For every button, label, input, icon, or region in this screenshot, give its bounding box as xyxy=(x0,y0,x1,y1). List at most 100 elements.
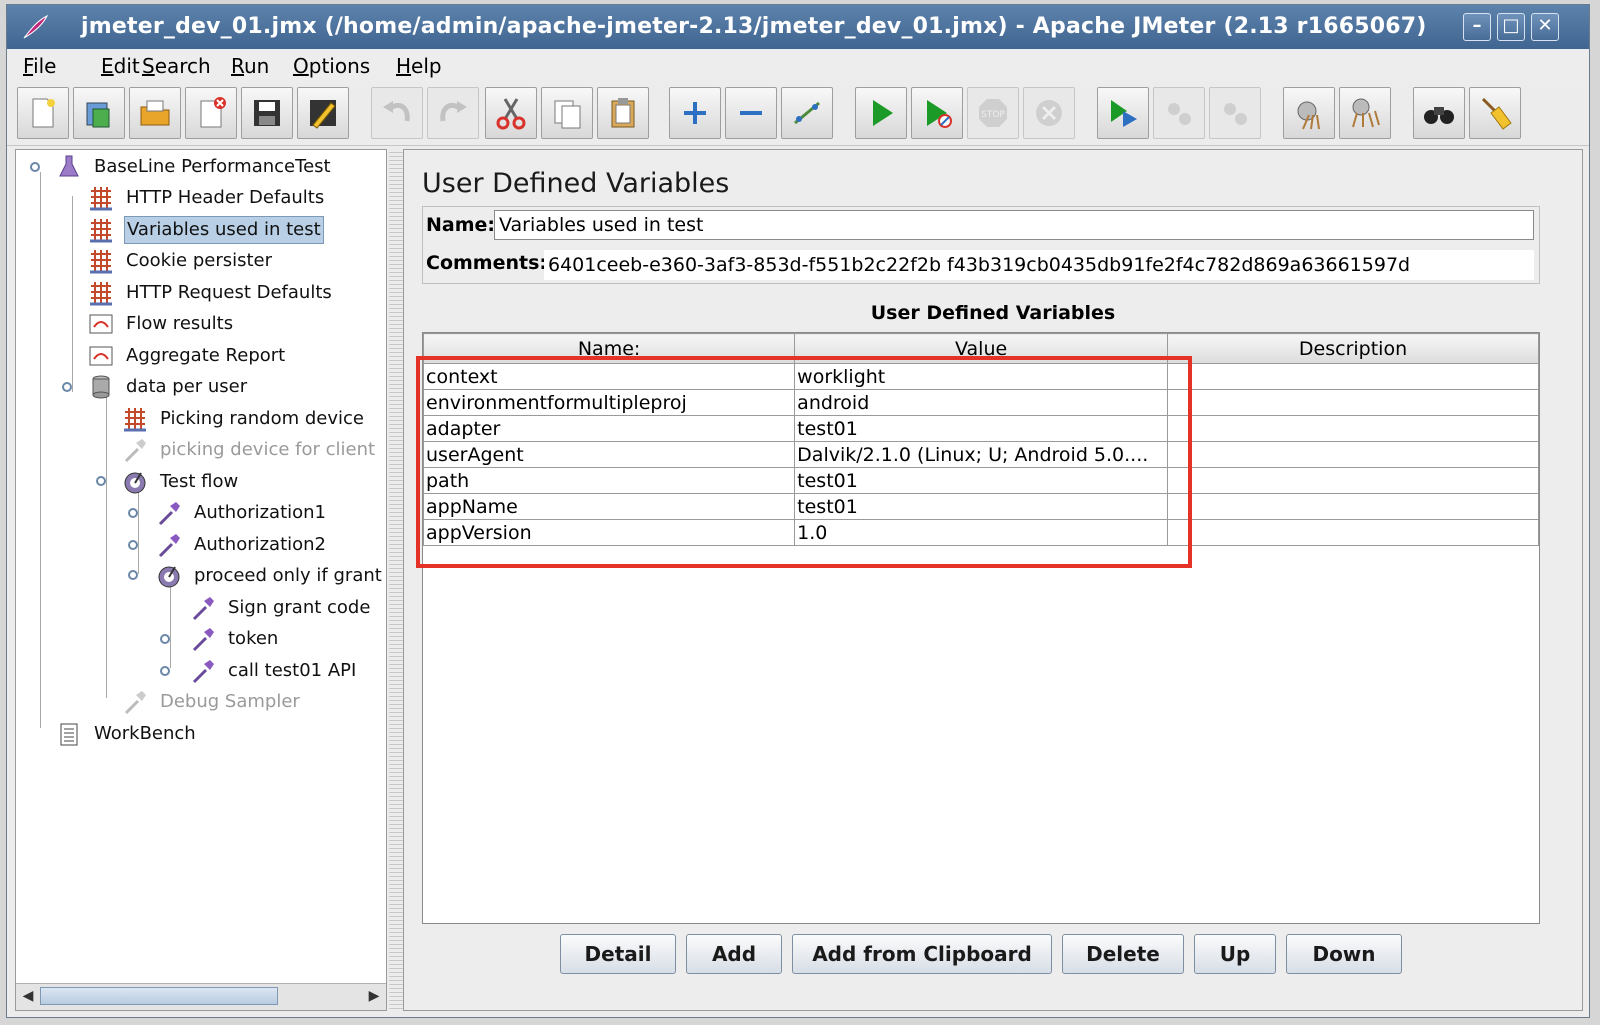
expand-handle-thread-group[interactable] xyxy=(62,382,72,392)
test-plan-tree[interactable]: BaseLine PerformanceTest HTTP Header Def… xyxy=(15,149,387,1011)
menu-file[interactable]: File xyxy=(23,54,56,78)
variable-value-cell[interactable]: test01 xyxy=(794,467,1169,494)
table-row[interactable]: adapter test01 xyxy=(423,415,1539,442)
close-file-button[interactable] xyxy=(185,87,237,139)
column-header-value[interactable]: Value xyxy=(794,333,1169,364)
add-from-clipboard-button[interactable]: Add from Clipboard xyxy=(792,934,1052,974)
variable-value-cell[interactable]: android xyxy=(794,389,1169,416)
scrollbar-thumb[interactable] xyxy=(40,987,278,1005)
variable-name-cell[interactable]: path xyxy=(423,467,796,494)
remote-shutdown-button[interactable] xyxy=(1209,87,1261,139)
delete-button[interactable]: Delete xyxy=(1062,934,1184,974)
scroll-right-icon[interactable]: ▶ xyxy=(365,987,383,1005)
remote-stop-icon xyxy=(1168,103,1191,125)
expand-handle-proceed-if[interactable] xyxy=(128,570,138,580)
comments-field[interactable]: 6401ceeb-e360-3af3-853d-f551b2c22f2b f43… xyxy=(544,250,1534,280)
expand-handle-token[interactable] xyxy=(160,634,170,644)
variable-name-cell[interactable]: adapter xyxy=(423,415,796,442)
variable-name-cell[interactable]: environmentformultipleproj xyxy=(423,389,796,416)
table-row[interactable]: userAgent Dalvik/2.1.0 (Linux; U; Android… xyxy=(423,441,1539,468)
expand-handle-authorization2[interactable] xyxy=(128,540,138,550)
new-button[interactable] xyxy=(17,87,69,139)
menu-help[interactable]: Help xyxy=(396,54,442,78)
cut-button[interactable] xyxy=(485,87,537,139)
open-button[interactable] xyxy=(129,87,181,139)
reset-search-button[interactable] xyxy=(1469,87,1521,139)
variable-value-cell[interactable]: worklight xyxy=(794,363,1169,390)
menu-options[interactable]: Options xyxy=(293,54,370,78)
add-button[interactable]: Add xyxy=(686,934,782,974)
variable-value-cell[interactable]: Dalvik/2.1.0 (Linux; U; Android 5.0.... xyxy=(794,441,1169,468)
minimize-icon[interactable]: – xyxy=(1463,13,1491,41)
variable-value-cell[interactable]: 1.0 xyxy=(794,519,1169,546)
column-header-name[interactable]: Name: xyxy=(423,333,796,364)
table-row[interactable]: appVersion 1.0 xyxy=(423,519,1539,546)
variable-description-cell[interactable] xyxy=(1167,493,1539,520)
variable-description-cell[interactable] xyxy=(1167,467,1539,494)
title-bar[interactable]: jmeter_dev_01.jmx (/home/admin/apache-jm… xyxy=(7,5,1589,49)
menu-edit[interactable]: Edit xyxy=(101,54,140,78)
name-field[interactable]: Variables used in test xyxy=(494,210,1534,240)
broom-icon xyxy=(1481,97,1512,130)
variable-value-cell[interactable]: test01 xyxy=(794,415,1169,442)
sampler-icon xyxy=(124,439,146,463)
menu-search[interactable]: Search xyxy=(142,54,211,78)
stop-button[interactable]: STOP xyxy=(967,87,1019,139)
clear-button[interactable] xyxy=(1283,87,1335,139)
start-no-timers-button[interactable] xyxy=(911,87,963,139)
menu-run[interactable]: Run xyxy=(231,54,269,78)
start-button[interactable] xyxy=(855,87,907,139)
column-header-description[interactable]: Description xyxy=(1167,333,1539,364)
variable-name-cell[interactable]: context xyxy=(423,363,796,390)
save-button[interactable] xyxy=(241,87,293,139)
variable-name-cell[interactable]: appName xyxy=(423,493,796,520)
table-row[interactable]: context worklight xyxy=(423,363,1539,390)
table-row[interactable]: path test01 xyxy=(423,467,1539,494)
variable-description-cell[interactable] xyxy=(1167,389,1539,416)
remote-stop-button[interactable] xyxy=(1153,87,1205,139)
shutdown-button[interactable] xyxy=(1023,87,1075,139)
listener-icon xyxy=(89,314,113,334)
tree-horizontal-scrollbar[interactable]: ◀ ▶ xyxy=(16,983,386,1010)
variable-description-cell[interactable] xyxy=(1167,415,1539,442)
variable-description-cell[interactable] xyxy=(1167,441,1539,468)
detail-button[interactable]: Detail xyxy=(560,934,676,974)
remote-start-button[interactable] xyxy=(1097,87,1149,139)
expand-button[interactable] xyxy=(669,87,721,139)
variable-value-cell[interactable]: test01 xyxy=(794,493,1169,520)
variables-table[interactable]: Name: Value Description context worklight… xyxy=(422,332,1540,924)
paste-button[interactable] xyxy=(597,87,649,139)
redo-button[interactable] xyxy=(427,87,479,139)
collapse-button[interactable] xyxy=(725,87,777,139)
maximize-icon[interactable]: □ xyxy=(1497,13,1525,41)
variable-description-cell[interactable] xyxy=(1167,519,1539,546)
expand-handle-call-api[interactable] xyxy=(160,666,170,676)
sampler-icon xyxy=(192,628,214,652)
toggle-button[interactable] xyxy=(781,87,833,139)
clear-all-button[interactable] xyxy=(1339,87,1391,139)
clear-all-icon xyxy=(1352,98,1380,128)
variable-description-cell[interactable] xyxy=(1167,363,1539,390)
scroll-left-icon[interactable]: ◀ xyxy=(19,987,37,1005)
variable-name-cell[interactable]: userAgent xyxy=(423,441,796,468)
down-button[interactable]: Down xyxy=(1286,934,1402,974)
copy-button[interactable] xyxy=(541,87,593,139)
close-icon[interactable]: ✕ xyxy=(1531,13,1559,41)
variable-name-cell[interactable]: appVersion xyxy=(423,519,796,546)
undo-button[interactable] xyxy=(371,87,423,139)
save-as-button[interactable] xyxy=(297,87,349,139)
start-no-timers-icon xyxy=(927,100,952,128)
comments-label: Comments: xyxy=(426,252,547,274)
pane-splitter[interactable] xyxy=(389,149,403,1011)
templates-button[interactable] xyxy=(73,87,125,139)
clear-icon xyxy=(1297,101,1320,130)
search-button[interactable] xyxy=(1413,87,1465,139)
close-file-icon xyxy=(200,97,226,128)
table-row[interactable]: appName test01 xyxy=(423,493,1539,520)
expand-handle-authorization1[interactable] xyxy=(128,508,138,518)
up-button[interactable]: Up xyxy=(1194,934,1276,974)
table-row[interactable]: environmentformultipleproj android xyxy=(423,389,1539,416)
expand-handle-test-plan[interactable] xyxy=(30,162,40,172)
expand-handle-test-flow[interactable] xyxy=(96,476,106,486)
copy-icon xyxy=(554,100,581,129)
